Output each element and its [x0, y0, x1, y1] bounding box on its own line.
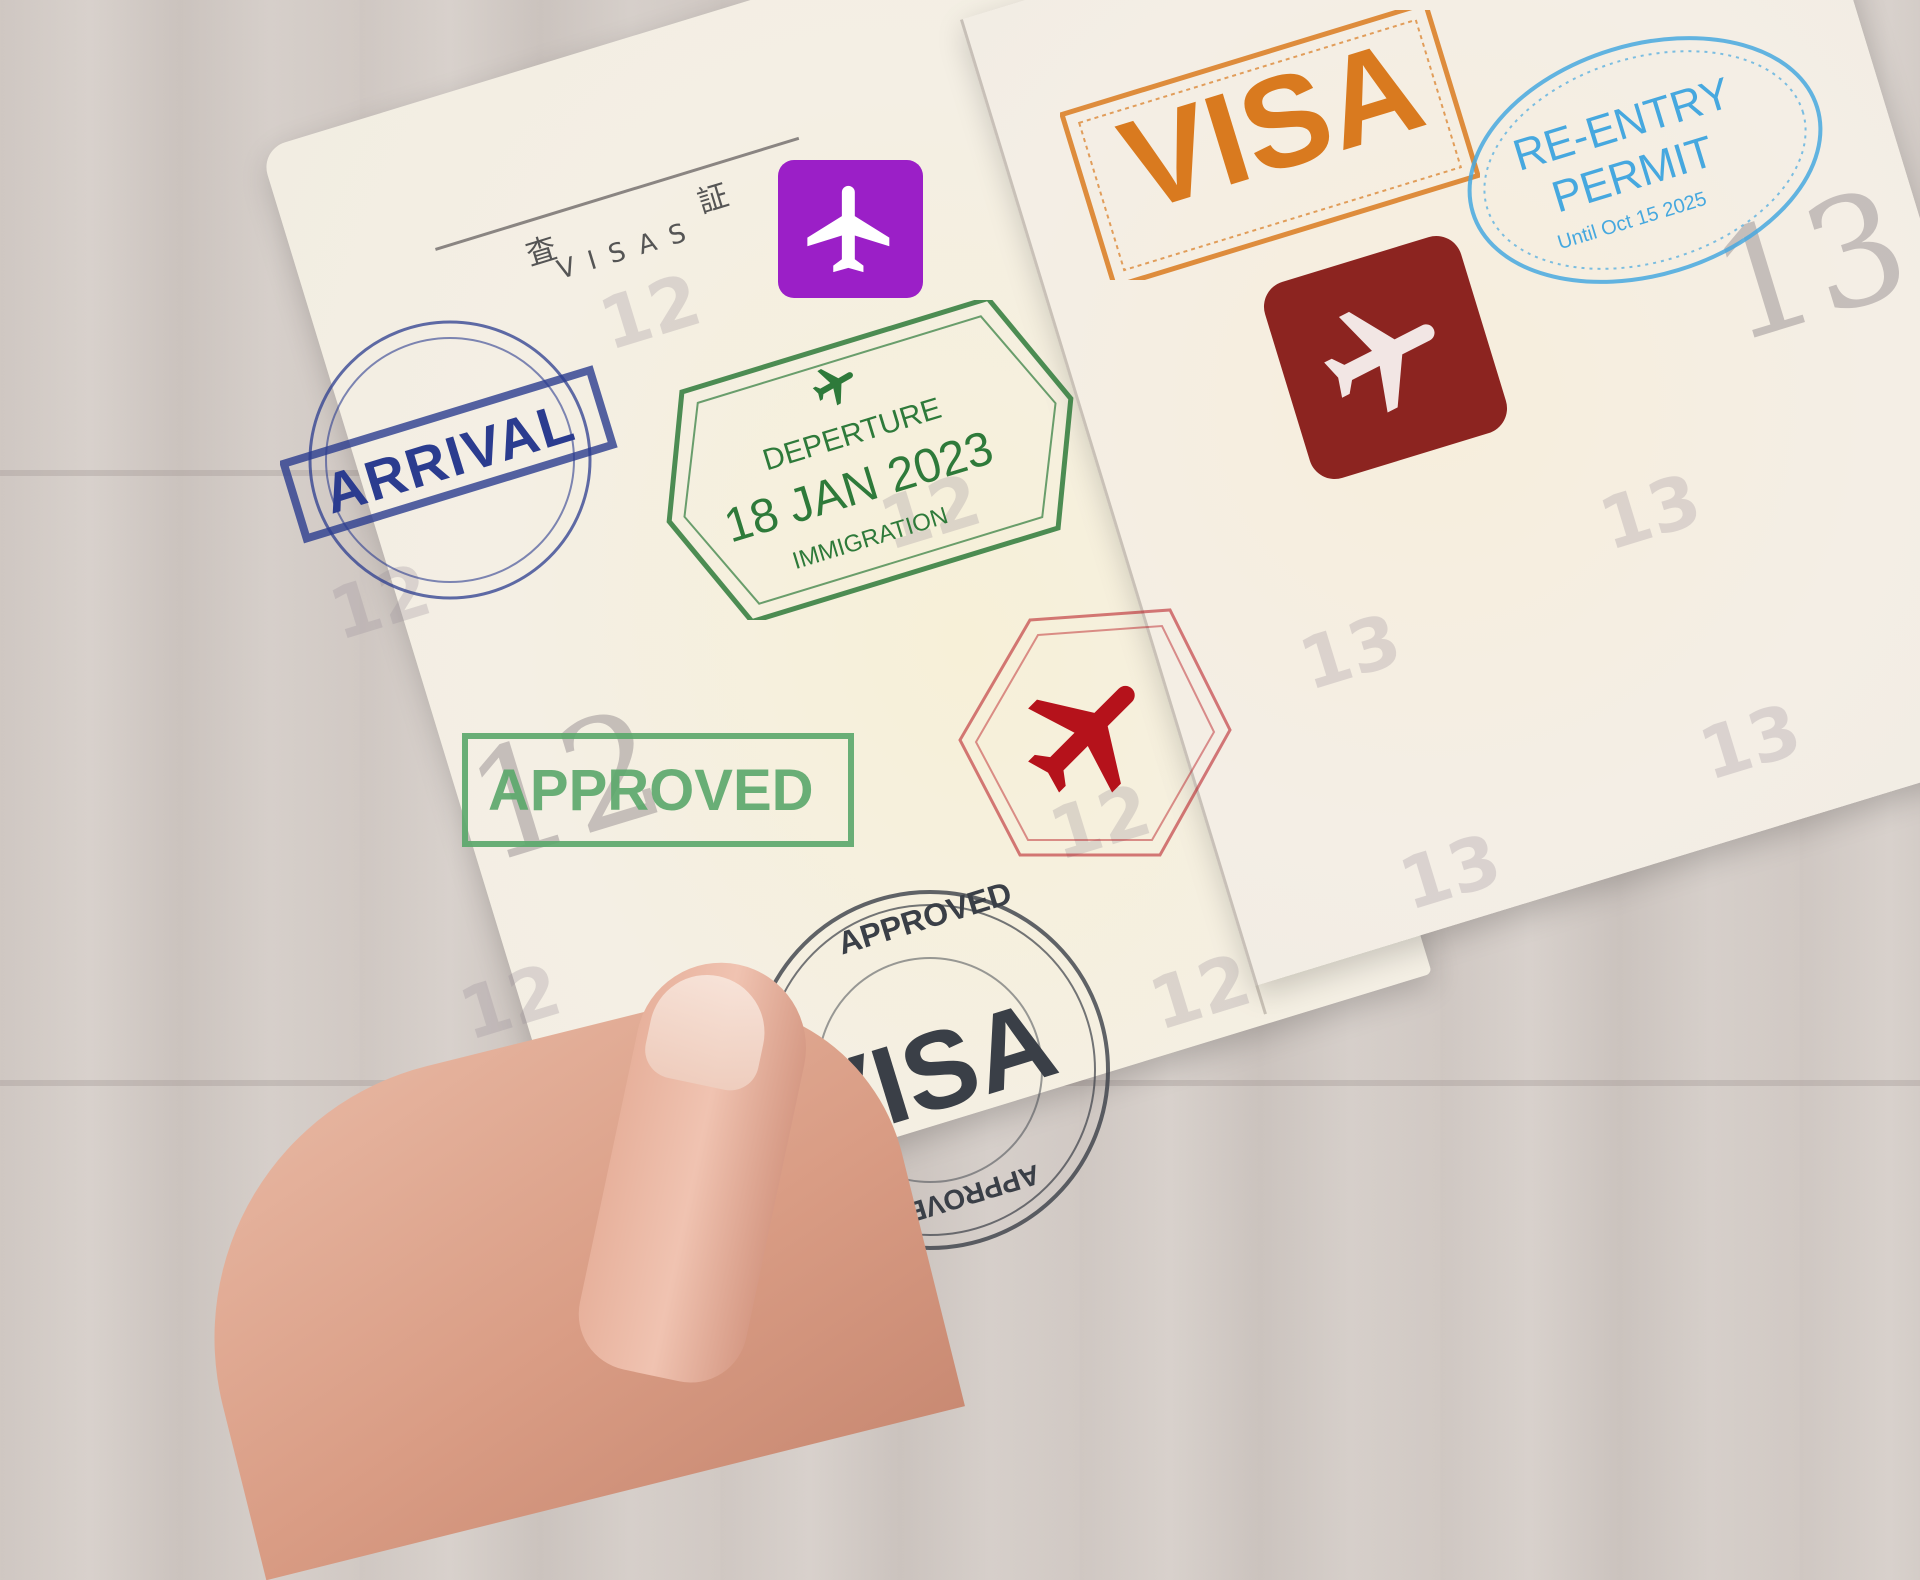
reentry-permit-stamp: RE-ENTRY PERMIT Until Oct 15 2025: [1450, 20, 1840, 300]
purple-plane-stamp: [778, 160, 923, 298]
departure-stamp: DEPERTURE 18 JAN 2023 IMMIGRATION: [640, 295, 1100, 625]
arrival-stamp: ARRIVAL: [278, 300, 620, 620]
airplane-icon: [807, 185, 890, 273]
red-plane-hex-stamp: [950, 600, 1240, 870]
photo-scene: 12 12 12 12 12 12 13 13 13 13 13 12 13 査…: [0, 0, 1920, 1580]
approved-green-label: APPROVED: [488, 758, 814, 823]
approved-green-stamp: APPROVED: [462, 733, 854, 847]
airplane-icon: [1028, 685, 1135, 793]
airplane-icon: [812, 369, 853, 406]
